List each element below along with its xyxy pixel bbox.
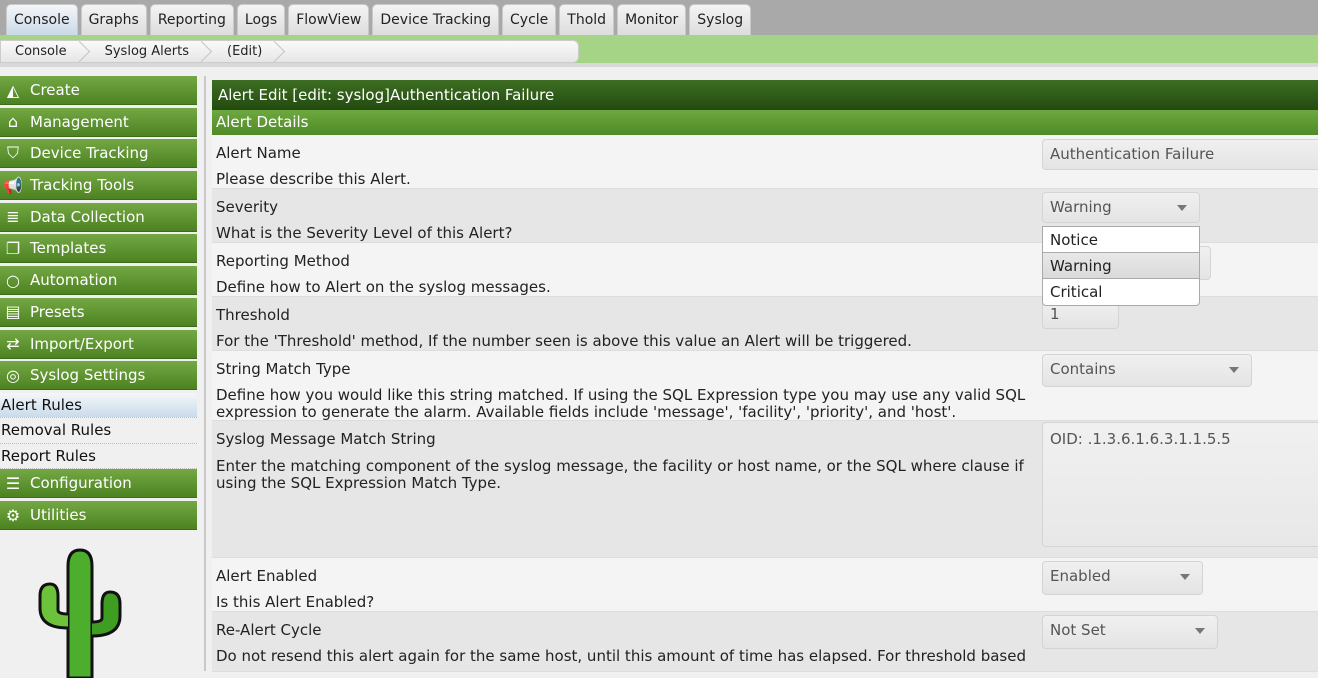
tab-graphs[interactable]: Graphs [80,4,147,36]
row-match-string: Syslog Message Match String Enter the ma… [212,421,1318,558]
top-tabs: Console Graphs Reporting Logs FlowView D… [0,0,1318,36]
row-string-match-type: String Match Type Define how you would l… [212,351,1318,421]
breadcrumb-console[interactable]: Console [1,41,91,62]
field-label: String Match Type [216,360,351,378]
menu-label: Create [30,81,80,99]
database-icon: ≣ [6,207,20,227]
menu-tracking-tools[interactable]: 📢 Tracking Tools [0,171,197,201]
tab-monitor[interactable]: Monitor [617,4,687,36]
tab-console[interactable]: Console [6,4,78,36]
field-desc: For the 'Threshold' method, If the numbe… [216,332,912,350]
home-icon: ⌂ [7,112,19,132]
row-realert-cycle: Re-Alert Cycle Do not resend this alert … [212,612,1318,672]
field-desc: Is this Alert Enabled? [216,593,375,611]
menu-label: Device Tracking [30,144,149,163]
tab-device-tracking[interactable]: Device Tracking [372,4,500,36]
breadcrumb-edit[interactable]: (Edit) [213,41,286,62]
menu-utilities[interactable]: ⚙ Utilities [0,501,197,531]
sidebar-divider[interactable] [204,76,206,671]
field-label: Severity [216,198,278,216]
enabled-value: Enabled [1050,567,1111,585]
field-desc: Do not resend this alert again for the s… [216,647,1026,665]
field-desc: Enter the matching component of the sysl… [216,457,1024,492]
option-critical[interactable]: Critical [1043,279,1199,305]
tab-cycle[interactable]: Cycle [502,4,557,36]
menu-label: Presets [30,302,85,321]
tab-syslog[interactable]: Syslog [689,4,752,36]
tab-reporting[interactable]: Reporting [149,4,234,36]
exchange-icon: ⇄ [6,334,20,353]
tab-logs[interactable]: Logs [236,4,286,36]
sidebar-item-report-rules[interactable]: Report Rules [0,444,197,470]
option-notice[interactable]: Notice [1043,227,1199,253]
match-string-textarea[interactable]: OID: .1.3.6.1.6.3.1.1.5.5 [1042,422,1318,547]
chevron-down-icon [1180,574,1190,580]
sidebar-item-removal-rules[interactable]: Removal Rules [0,418,197,444]
bullhorn-icon: 📢 [3,175,23,195]
field-label: Alert Enabled [216,567,318,585]
tab-thold[interactable]: Thold [559,4,615,36]
menu-label: Data Collection [30,207,145,226]
menu-label: Configuration [30,474,132,493]
realert-cycle-select[interactable]: Not Set [1042,615,1218,649]
cogs-icon: ⚙ [5,505,21,525]
chevron-down-icon [1229,367,1239,373]
sidebar-item-alert-rules[interactable]: Alert Rules [0,392,197,419]
sidebar: ◭ Create ⌂ Management ⛉ Device Tracking 📢 Tr… [0,76,197,533]
row-alert-enabled: Alert Enabled Is this Alert Enabled? Ena… [212,558,1318,612]
menu-automation[interactable]: ○ Automation [0,266,197,296]
severity-dropdown-list: Notice Warning Critical [1042,226,1200,306]
match-type-select[interactable]: Contains [1042,354,1252,387]
menu-device-tracking[interactable]: ⛉ Device Tracking [0,139,197,169]
menu-create[interactable]: ◭ Create [0,76,197,105]
field-desc: Define how to Alert on the syslog messag… [216,278,551,296]
match-type-value: Contains [1050,360,1116,378]
menu-syslog-settings[interactable]: ◎ Syslog Settings [0,361,197,391]
menu-data-collection[interactable]: ≣ Data Collection [0,202,197,232]
life-ring-icon: ◎ [6,365,20,385]
main-content: Alert Edit [edit: syslog]Authentication … [212,80,1318,672]
page-title: Alert Edit [edit: syslog]Authentication … [212,80,1318,110]
menu-label: Tracking Tools [30,176,135,195]
field-desc: Please describe this Alert. [216,170,411,188]
menu-label: Syslog Settings [30,366,146,385]
cactus-logo [38,548,122,678]
circle-icon: ○ [6,270,20,290]
severity-select[interactable]: Warning [1042,192,1200,223]
menu-label: Templates [30,239,107,258]
menu-presets[interactable]: ▤ Presets [0,297,197,327]
option-warning[interactable]: Warning [1043,253,1199,279]
severity-value: Warning [1050,198,1112,216]
field-label: Syslog Message Match String [216,430,436,448]
chevron-down-icon [1195,628,1205,634]
field-label: Alert Name [216,144,301,162]
menu-templates[interactable]: ❐ Templates [0,234,197,264]
chevron-down-icon [1177,205,1187,211]
sliders-icon: ☰ [5,473,21,493]
alert-name-input[interactable]: Authentication Failure [1042,139,1318,170]
row-alert-name: Alert Name Please describe this Alert. A… [212,135,1318,189]
archive-icon: ▤ [5,302,21,322]
realert-value: Not Set [1050,621,1106,639]
menu-configuration[interactable]: ☰ Configuration [0,469,197,499]
menu-management[interactable]: ⌂ Management [0,107,197,137]
shield-icon: ⛉ [6,143,19,163]
field-desc: What is the Severity Level of this Alert… [216,224,513,242]
breadcrumb: Console Syslog Alerts (Edit) [0,40,579,63]
breadcrumb-syslog-alerts[interactable]: Syslog Alerts [91,41,213,62]
section-header: Alert Details [212,110,1318,135]
clone-icon: ❐ [5,238,21,258]
tab-flowview[interactable]: FlowView [288,4,370,36]
field-label: Reporting Method [216,252,350,270]
alert-enabled-select[interactable]: Enabled [1042,561,1203,595]
menu-import-export[interactable]: ⇄ Import/Export [0,329,197,359]
field-label: Re-Alert Cycle [216,621,322,639]
menu-label: Automation [30,271,118,290]
field-label: Threshold [216,306,290,324]
field-desc: Define how you would like this string ma… [216,386,1026,421]
menu-label: Import/Export [30,334,134,353]
chart-area-icon: ◭ [6,80,20,100]
menu-label: Utilities [30,506,87,525]
menu-label: Management [30,112,129,131]
